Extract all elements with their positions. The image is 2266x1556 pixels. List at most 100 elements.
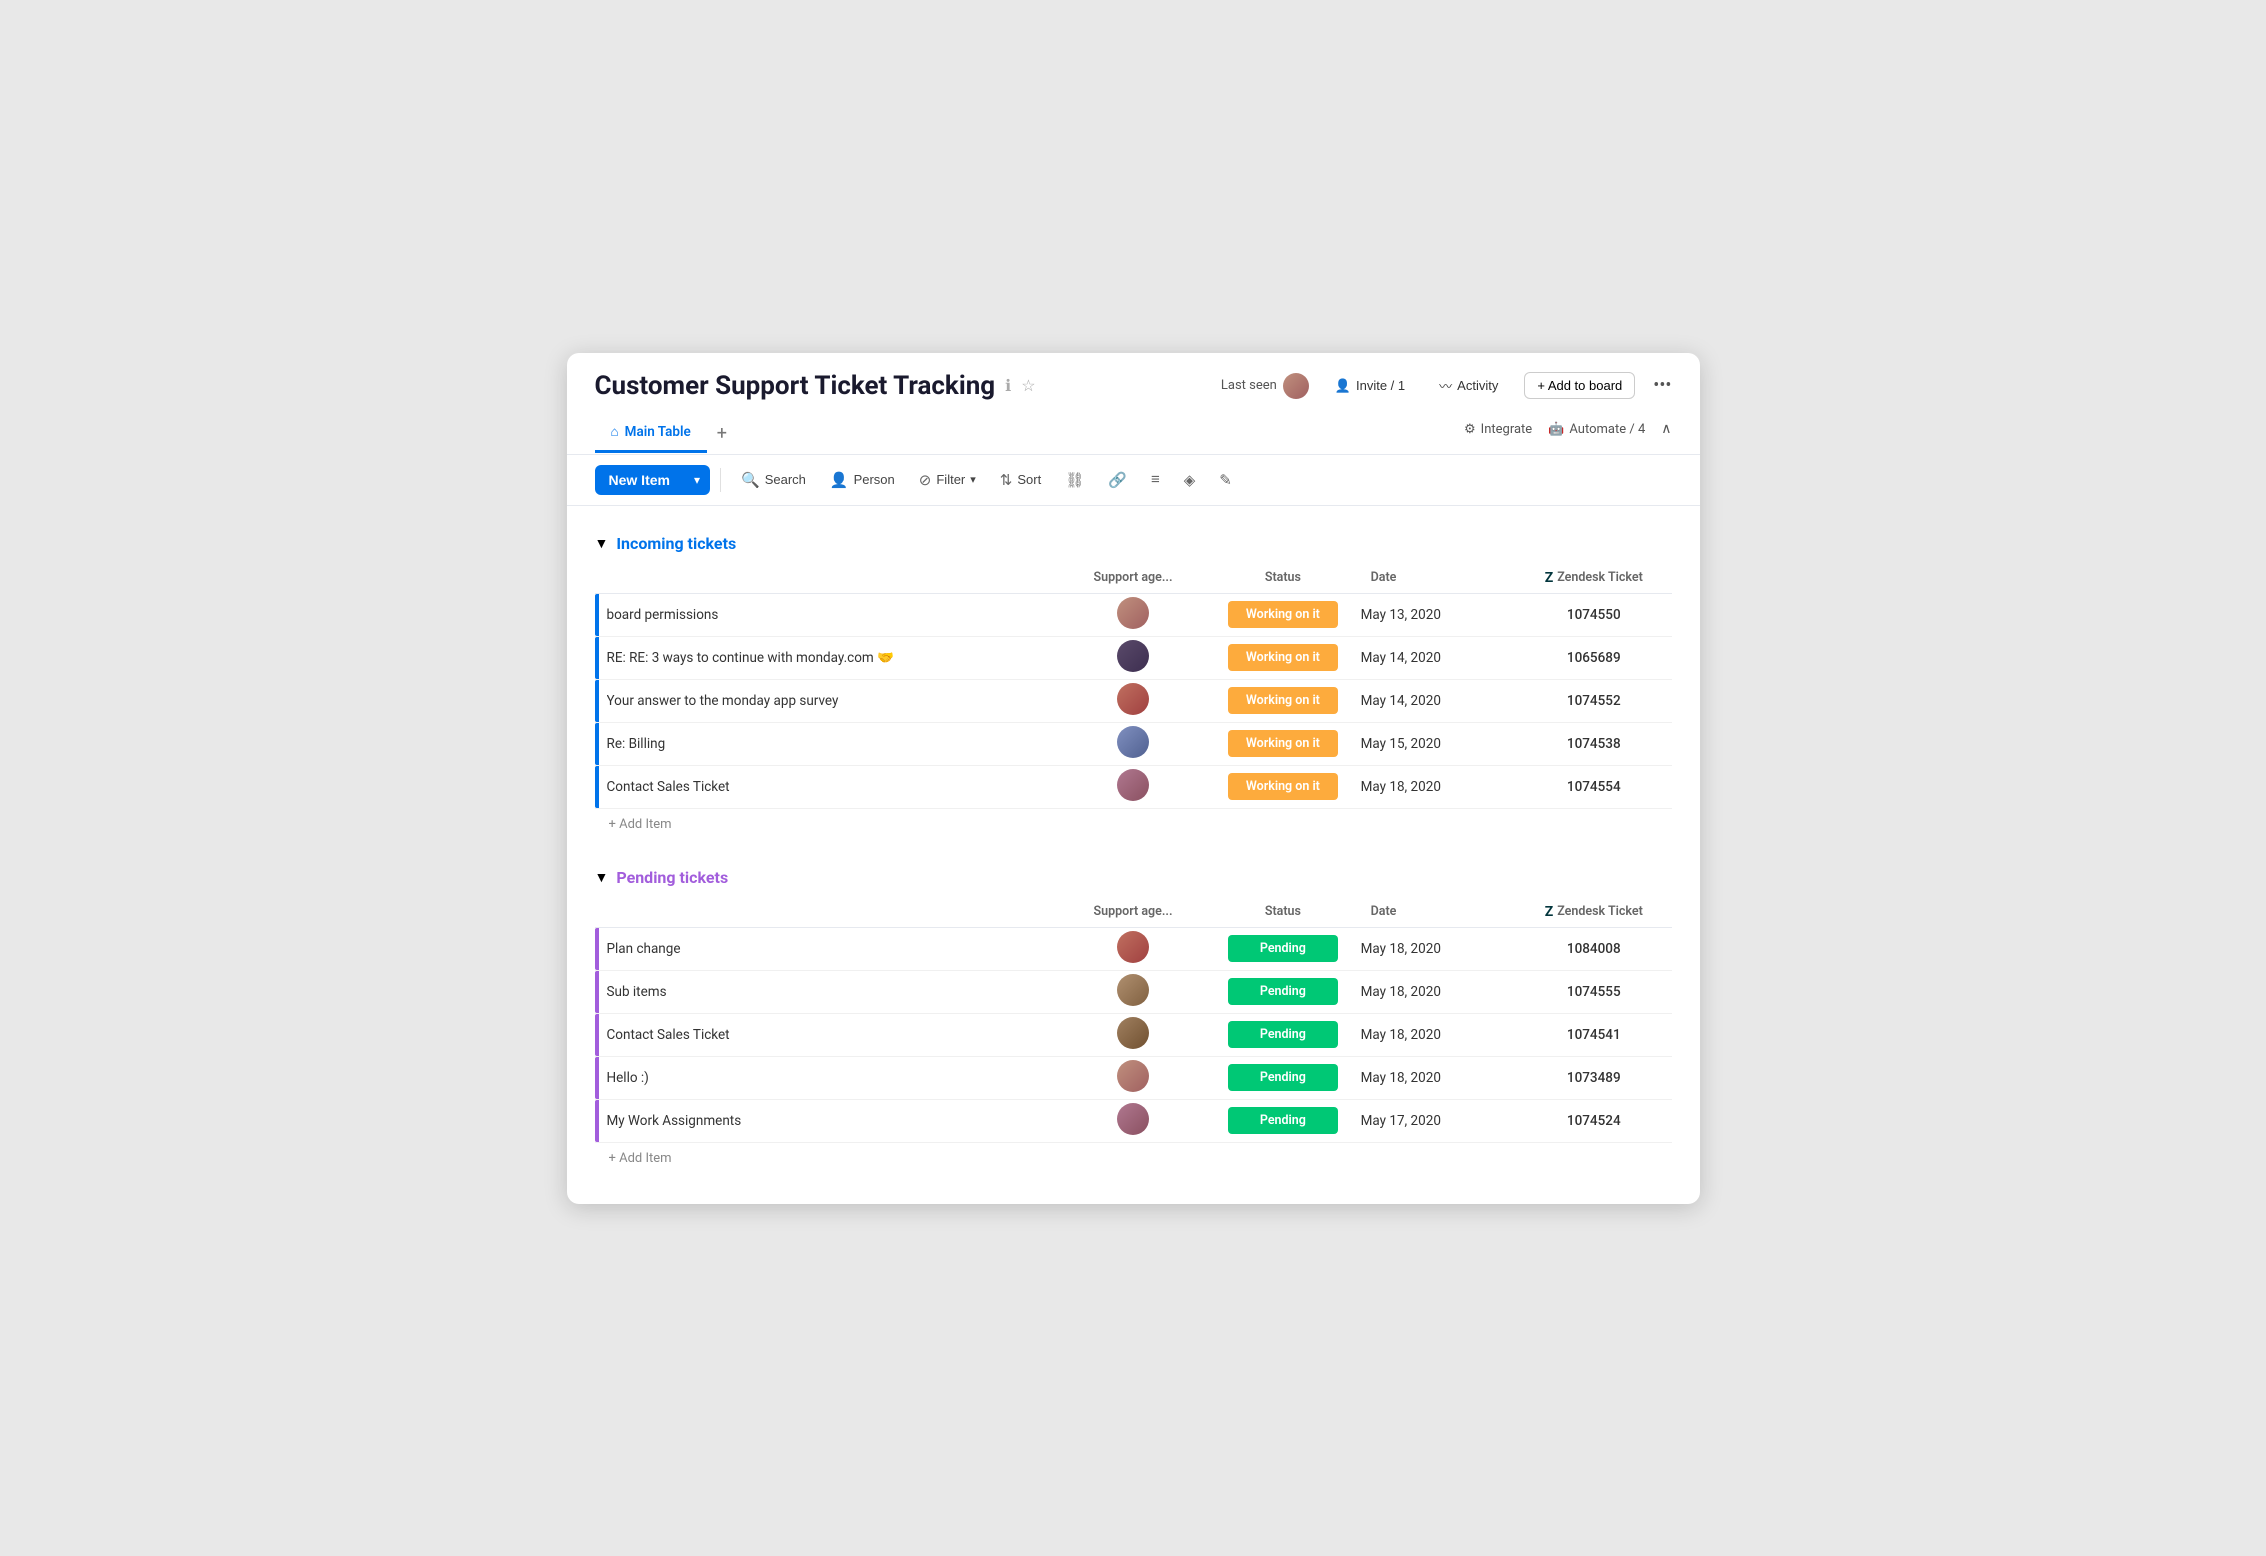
cell-status-2[interactable]: Pending [1205,1013,1360,1056]
status-badge[interactable]: Working on it [1228,601,1338,628]
table-row[interactable]: My Work Assignments ⊕ Pending May 17, 20… [595,1099,1672,1142]
tabs-row: ⌂ Main Table + ⚙ Integrate 🤖 Automate / … [595,413,1672,454]
cell-name-2[interactable]: Contact Sales Ticket ⊕ [595,1013,1061,1056]
pending-col-header-zendesk: Z Zendesk Ticket [1516,897,1671,928]
new-item-dropdown-button[interactable]: ▾ [684,466,710,494]
activity-button[interactable]: 〰 Activity [1431,372,1506,399]
status-badge[interactable]: Pending [1228,1064,1338,1091]
cell-status-3[interactable]: Pending [1205,1056,1360,1099]
cell-status-0[interactable]: Working on it [1205,593,1360,636]
star-icon[interactable]: ☆ [1021,376,1035,395]
status-badge[interactable]: Pending [1228,935,1338,962]
sort-button[interactable]: ⇅ Sort [990,465,1051,495]
cell-status-3[interactable]: Working on it [1205,722,1360,765]
cell-zendesk-4[interactable]: 1074524 [1516,1099,1671,1142]
automate-label: Automate / 4 [1569,422,1645,437]
invite-button[interactable]: 👤 Invite / 1 [1327,374,1413,398]
cell-name-1[interactable]: RE: RE: 3 ways to continue with monday.c… [595,636,1061,679]
cell-status-2[interactable]: Working on it [1205,679,1360,722]
pending-zendesk-logo: Z Zendesk Ticket [1545,904,1643,920]
person-filter-button[interactable]: 👤 Person [820,465,905,495]
cell-status-4[interactable]: Pending [1205,1099,1360,1142]
cell-name-1[interactable]: Sub items ⊕ [595,970,1061,1013]
link-button[interactable]: 🔗 [1098,465,1137,495]
info-icon[interactable]: ℹ [1005,376,1011,395]
row-color-bar [595,1100,599,1142]
cell-name-4[interactable]: My Work Assignments ⊕ [595,1099,1061,1142]
table-row[interactable]: Sub items ⊕ Pending May 18, 2020 1074555 [595,970,1672,1013]
collapse-icon[interactable]: ∧ [1661,421,1671,437]
cell-status-0[interactable]: Pending [1205,927,1360,970]
add-item-cell[interactable]: + Add Item [595,1142,1672,1174]
cell-name-2[interactable]: Your answer to the monday app survey ⊕ [595,679,1061,722]
cell-date-1: May 14, 2020 [1361,636,1516,679]
table-row[interactable]: Contact Sales Ticket ⊕ Pending May 18, 2… [595,1013,1672,1056]
cell-zendesk-4[interactable]: 1074554 [1516,765,1671,808]
row-color-bar [595,1014,599,1056]
cell-zendesk-0[interactable]: 1084008 [1516,927,1671,970]
table-row[interactable]: Hello :) ⊕ Pending May 18, 2020 1073489 [595,1056,1672,1099]
add-to-board-button[interactable]: + Add to board [1524,372,1635,399]
search-button[interactable]: 🔍 Search [731,465,816,495]
add-item-row[interactable]: + Add Item [595,808,1672,840]
cell-name-3[interactable]: Re: Billing ⊕ [595,722,1061,765]
status-badge[interactable]: Pending [1228,978,1338,1005]
agent-avatar [1117,769,1149,801]
pending-chevron[interactable]: ▼ [595,869,609,886]
table-row[interactable]: Your answer to the monday app survey ⊕ W… [595,679,1672,722]
status-badge[interactable]: Working on it [1228,730,1338,757]
table-row[interactable]: RE: RE: 3 ways to continue with monday.c… [595,636,1672,679]
status-badge[interactable]: Working on it [1228,644,1338,671]
cell-name-0[interactable]: Plan change ⊕ [595,927,1061,970]
agent-avatar [1117,1060,1149,1092]
group-by-icon: ⛓ [1065,471,1084,489]
add-item-row[interactable]: + Add Item [595,1142,1672,1174]
row-name-text: Plan change [607,941,1032,957]
pending-group: ▼ Pending tickets Support age... Status … [595,868,1672,1174]
status-badge[interactable]: Working on it [1228,687,1338,714]
tab-main-table[interactable]: ⌂ Main Table [595,414,707,453]
table-row[interactable]: Plan change ⊕ Pending May 18, 2020 10840… [595,927,1672,970]
filter-icon: ⊘ [919,471,932,489]
cell-status-1[interactable]: Working on it [1205,636,1360,679]
cell-date-2: May 14, 2020 [1361,679,1516,722]
table-row[interactable]: board permissions ⊕ Working on it May 13… [595,593,1672,636]
cell-date-4: May 18, 2020 [1361,765,1516,808]
more-options-icon[interactable]: ••• [1653,375,1671,396]
cell-zendesk-3[interactable]: 1073489 [1516,1056,1671,1099]
incoming-chevron[interactable]: ▼ [595,535,609,552]
new-item-button[interactable]: New Item ▾ [595,465,711,495]
table-row[interactable]: Contact Sales Ticket ⊕ Working on it May… [595,765,1672,808]
status-badge[interactable]: Working on it [1228,773,1338,800]
row-color-bar [595,1057,599,1099]
table-row[interactable]: Re: Billing ⊕ Working on it May 15, 2020… [595,722,1672,765]
cell-zendesk-1[interactable]: 1065689 [1516,636,1671,679]
person-filter-icon: 👤 [830,471,849,489]
cell-zendesk-1[interactable]: 1074555 [1516,970,1671,1013]
status-badge[interactable]: Pending [1228,1107,1338,1134]
cell-name-0[interactable]: board permissions ⊕ [595,593,1061,636]
cell-status-4[interactable]: Working on it [1205,765,1360,808]
cell-name-3[interactable]: Hello :) ⊕ [595,1056,1061,1099]
cell-name-4[interactable]: Contact Sales Ticket ⊕ [595,765,1061,808]
cell-zendesk-3[interactable]: 1074538 [1516,722,1671,765]
cell-zendesk-2[interactable]: 1074552 [1516,679,1671,722]
automate-button[interactable]: 🤖 Automate / 4 [1548,422,1645,437]
group-by-button[interactable]: ⛓ [1055,465,1094,495]
pending-zendesk-icon: Z [1545,904,1554,920]
edit-button[interactable]: ✎ [1209,465,1242,495]
last-seen: Last seen [1221,373,1309,399]
integrate-button[interactable]: ⚙ Integrate [1464,422,1532,437]
new-item-main-button[interactable]: New Item [595,465,684,495]
filter-button[interactable]: ⊘ Filter ▾ [909,465,986,495]
add-item-cell[interactable]: + Add Item [595,808,1672,840]
row-height-button[interactable]: ≡ [1141,465,1170,494]
tab-add-button[interactable]: + [707,413,737,454]
cell-status-1[interactable]: Pending [1205,970,1360,1013]
zendesk-logo: Z Zendesk Ticket [1545,570,1643,586]
status-badge[interactable]: Pending [1228,1021,1338,1048]
pending-group-header: ▼ Pending tickets [595,868,1672,887]
color-button[interactable]: ◈ [1174,465,1206,495]
cell-zendesk-2[interactable]: 1074541 [1516,1013,1671,1056]
cell-zendesk-0[interactable]: 1074550 [1516,593,1671,636]
